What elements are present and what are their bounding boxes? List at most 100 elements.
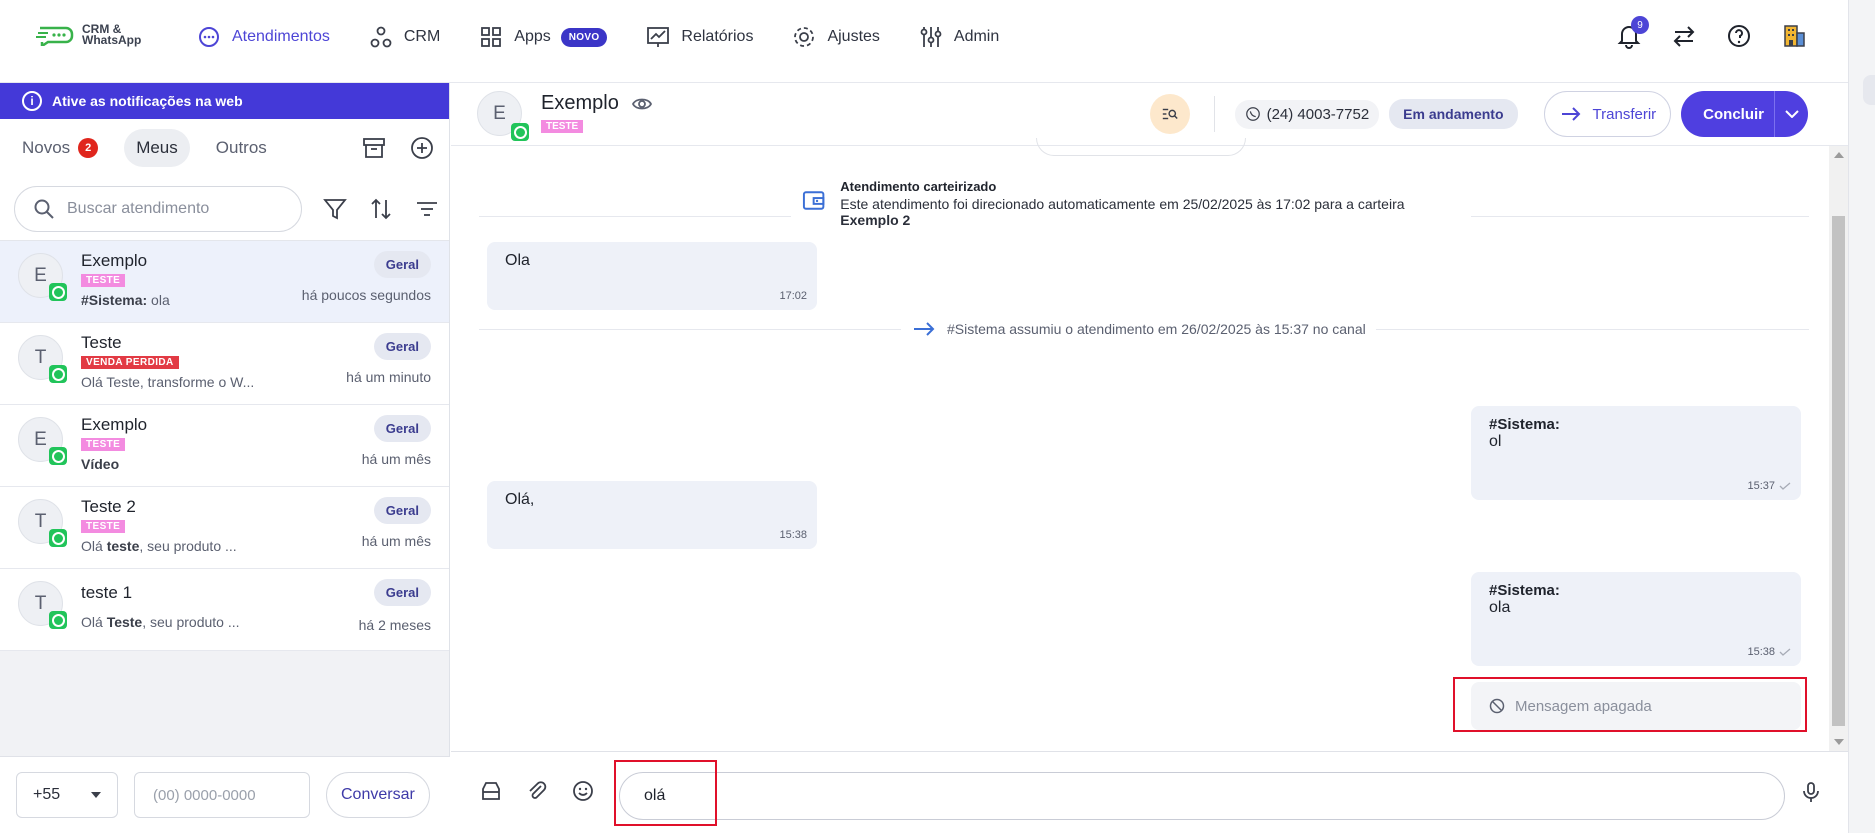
filter-lines-icon[interactable]: [414, 196, 440, 222]
search-list-icon: [1162, 108, 1178, 120]
last-activity-time: há um mês: [361, 451, 431, 467]
nav-crm[interactable]: CRM: [368, 24, 440, 50]
emoji-icon[interactable]: [571, 779, 595, 803]
message-time-wrap: 15:38: [1747, 646, 1791, 658]
phone-input[interactable]: (00) 0000-0000: [134, 772, 310, 818]
search-messages-button[interactable]: [1149, 94, 1190, 134]
chat-header-actions: (24) 4003-7752 Em andamento Transferir C…: [1149, 91, 1808, 137]
nav-apps[interactable]: Apps NOVO: [478, 24, 608, 50]
enable-notifications-banner[interactable]: i Ative as notificações na web: [0, 83, 449, 119]
contact-tag: VENDA PERDIDA: [81, 356, 179, 369]
transfer-label: Transferir: [1592, 105, 1657, 123]
country-code-select[interactable]: +55: [16, 772, 118, 818]
notification-count: 9: [1631, 16, 1649, 34]
switch-button[interactable]: [1670, 22, 1698, 50]
list-item[interactable]: T teste 1 Olá Teste, seu produto ... Ger…: [0, 569, 449, 651]
last-activity-time: há 2 meses: [358, 617, 431, 633]
caret-down-icon: [91, 792, 101, 798]
crm-nodes-icon: [370, 26, 392, 48]
load-more-pill[interactable]: [1036, 138, 1246, 156]
quick-replies-icon[interactable]: [479, 779, 503, 803]
contact-title: Exemplo: [541, 92, 653, 115]
chevron-down-icon: [1784, 110, 1799, 118]
sliders-icon: [920, 27, 942, 47]
list-item[interactable]: T Teste VENDA PERDIDA Olá Teste, transfo…: [0, 323, 449, 405]
chat-bubble-icon: [199, 27, 219, 47]
tab-label: Meus: [136, 138, 178, 157]
nav-admin[interactable]: Admin: [918, 24, 999, 50]
new-conversation-footer: +55 (00) 0000-0000 Conversar: [0, 756, 450, 833]
voice-record-button[interactable]: [1799, 780, 1823, 808]
company-button[interactable]: [1780, 22, 1808, 50]
last-message-preview: #Sistema: ola: [81, 292, 170, 308]
nav-atendimentos[interactable]: Atendimentos: [196, 24, 330, 50]
message-time: 15:38: [779, 529, 807, 541]
preview-rest: , seu produto ...: [142, 614, 240, 630]
edge-handle[interactable]: [1863, 75, 1875, 105]
composer-actions: [479, 779, 595, 803]
contact-tag: TESTE: [541, 120, 584, 133]
transfer-button[interactable]: Transferir: [1543, 91, 1672, 137]
chat-panel: E Exemplo TESTE (24) 4003-7752 Em andame…: [451, 83, 1848, 833]
add-circle-icon[interactable]: [409, 135, 435, 161]
help-button[interactable]: [1725, 22, 1753, 50]
conversation-sidebar: i Ative as notificações na web Novos 2 M…: [0, 83, 450, 833]
eye-icon[interactable]: [631, 93, 653, 115]
preview-rest: , seu produto ...: [139, 538, 237, 554]
message-scrollbar[interactable]: [1829, 146, 1848, 751]
conclude-dropdown[interactable]: [1774, 91, 1808, 137]
whatsapp-outline-icon: [1245, 107, 1260, 121]
incoming-message: Ola 17:02: [487, 242, 817, 310]
attachment-icon[interactable]: [525, 779, 549, 803]
status-badge: Em andamento: [1389, 99, 1518, 129]
search-icon: [34, 199, 54, 219]
sort-arrows-icon[interactable]: [368, 196, 394, 222]
whatsapp-icon: [49, 447, 67, 465]
scroll-down-arrow[interactable]: [1834, 739, 1844, 745]
apps-grid-icon: [481, 27, 502, 47]
queue-badge: Geral: [373, 579, 431, 606]
contact-tag: TESTE: [81, 520, 126, 533]
tab-count-badge: 2: [78, 138, 99, 158]
contact-name: Teste: [81, 333, 122, 352]
tab-outros[interactable]: Outros: [204, 129, 279, 167]
queue-badge: Geral: [373, 497, 431, 524]
event-text-main: Este atendimento foi direcionado automat…: [840, 196, 1405, 212]
read-check-icon: [1779, 648, 1791, 656]
message-input[interactable]: olá: [619, 772, 1785, 820]
scroll-thumb[interactable]: [1832, 216, 1845, 726]
list-item[interactable]: E Exemplo TESTE #Sistema: ola Geral há p…: [0, 241, 449, 323]
brand-logo[interactable]: CRM & WhatsApp: [36, 23, 152, 46]
outgoing-message: #Sistema: ola 15:38: [1471, 572, 1801, 666]
filter-funnel-icon[interactable]: [322, 196, 348, 222]
country-code-value: +55: [33, 786, 61, 803]
system-event-carteira: Atendimento carteirizado Este atendiment…: [791, 179, 1471, 228]
message-time: 17:02: [779, 290, 807, 302]
list-item[interactable]: E Exemplo TESTE Vídeo Geral há um mês: [0, 405, 449, 487]
chat-header: E Exemplo TESTE (24) 4003-7752 Em andame…: [451, 83, 1848, 146]
nav-label: Admin: [953, 28, 1000, 45]
notifications-button[interactable]: 9: [1615, 16, 1649, 50]
message-text: Ola: [505, 252, 530, 269]
archive-icon[interactable]: [361, 135, 387, 161]
event-text-bold: Exemplo 2: [840, 212, 911, 228]
tab-meus[interactable]: Meus: [124, 129, 190, 167]
nav-ajustes[interactable]: Ajustes: [791, 24, 880, 50]
list-item[interactable]: T Teste 2 TESTE Olá teste, seu produto .…: [0, 487, 449, 569]
microphone-icon: [1803, 782, 1819, 802]
tab-novos[interactable]: Novos 2: [10, 129, 110, 167]
phone-chip: (24) 4003-7752: [1234, 99, 1380, 129]
preview-pre: Olá: [81, 614, 107, 630]
scroll-up-arrow[interactable]: [1834, 152, 1844, 158]
nav-label: Relatórios: [681, 28, 754, 45]
start-conversation-button[interactable]: Conversar: [326, 772, 430, 818]
arrow-right-icon: [1561, 107, 1580, 121]
last-message-preview: Vídeo: [81, 456, 119, 472]
conclude-button[interactable]: Concluir: [1681, 91, 1808, 137]
nav-relatorios[interactable]: Relatórios: [645, 24, 753, 50]
whatsapp-icon: [49, 365, 67, 383]
new-badge: NOVO: [560, 27, 608, 47]
preview-rest: ola: [147, 292, 170, 308]
arrows-swap-icon: [1673, 26, 1695, 47]
search-input[interactable]: Buscar atendimento: [14, 185, 302, 232]
